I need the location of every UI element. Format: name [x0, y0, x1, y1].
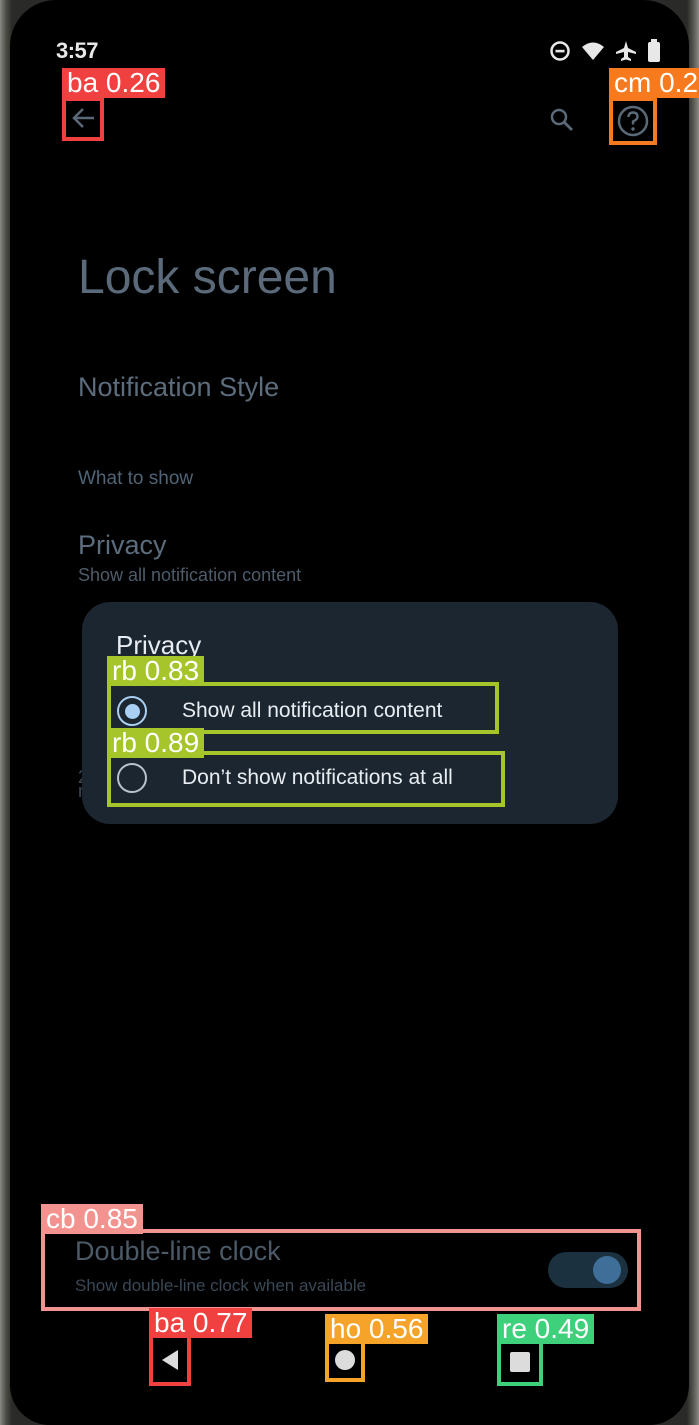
page-title: Lock screen [78, 251, 337, 304]
airplane-icon [616, 41, 636, 61]
privacy-summary: Show all notification content [78, 565, 302, 585]
do-not-disturb-icon [550, 41, 570, 61]
detection-label: cm 0.2 [609, 68, 699, 98]
privacy-item[interactable]: Privacy Show all notification content [78, 530, 618, 594]
detection-label: cb 0.85 [41, 1204, 143, 1234]
wifi-icon [582, 42, 604, 60]
detection-box [497, 1338, 543, 1386]
detection-label: re 0.49 [497, 1314, 595, 1344]
photo-background: 3:57 Lock screen Notification Style What… [0, 0, 699, 1425]
detection-label: rb 0.83 [107, 656, 205, 686]
category-header: What to show [78, 468, 194, 489]
battery-icon [648, 39, 660, 62]
detection-box [62, 97, 104, 141]
detection-box [325, 1338, 365, 1382]
search-icon [550, 108, 573, 131]
detection-box [41, 1229, 641, 1311]
status-time: 3:57 [56, 38, 99, 63]
privacy-title: Privacy [78, 530, 167, 560]
notification-style-item[interactable]: Notification Style [78, 372, 279, 403]
detection-box [149, 1334, 191, 1386]
detection-label: ba 0.77 [149, 1308, 253, 1338]
detection-label: rb 0.89 [107, 728, 205, 758]
detection-label: ho 0.56 [325, 1314, 429, 1344]
detection-box [609, 97, 657, 145]
detection-label: ba 0.26 [62, 68, 166, 98]
detection-box [107, 751, 505, 807]
search-button[interactable] [546, 104, 578, 136]
status-icons [549, 38, 661, 64]
